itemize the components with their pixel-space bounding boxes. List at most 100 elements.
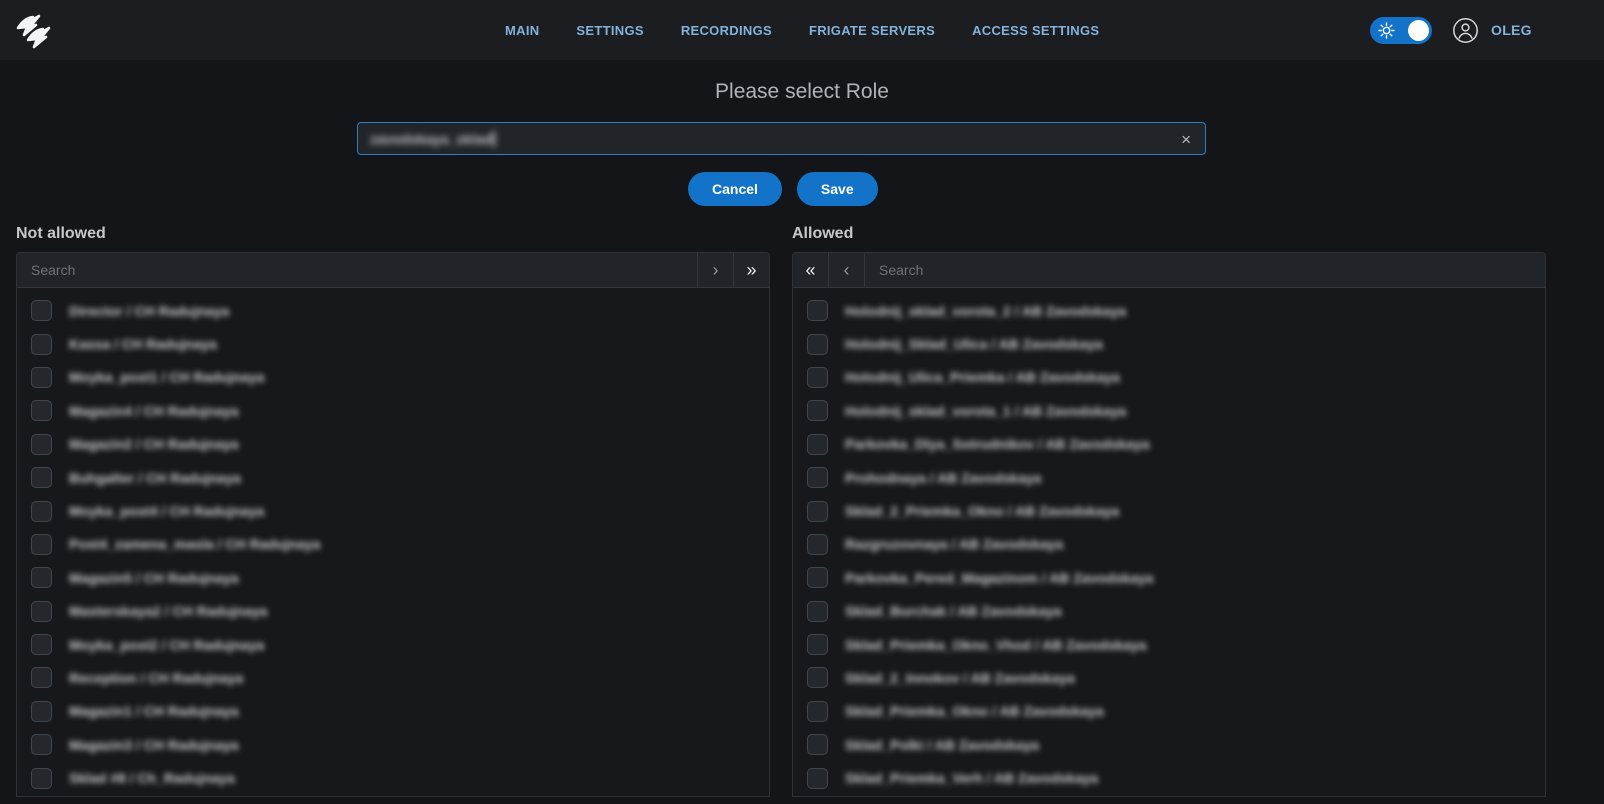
- role-name-input[interactable]: zavodskaya_sklad ×: [357, 122, 1206, 155]
- camera-checkbox[interactable]: [807, 701, 828, 722]
- camera-item[interactable]: Parkovka_Dlya_Sotrudnikov / AB Zavodskay…: [793, 428, 1545, 461]
- camera-checkbox[interactable]: [807, 534, 828, 555]
- toggle-knob[interactable]: [1408, 20, 1429, 41]
- not-allowed-search-input[interactable]: [17, 253, 697, 287]
- camera-checkbox[interactable]: [31, 434, 52, 455]
- camera-label: Reception / CH Radujnaya: [69, 670, 243, 686]
- move-all-right-button[interactable]: »: [733, 253, 769, 288]
- camera-checkbox[interactable]: [31, 467, 52, 488]
- camera-item[interactable]: Moyka_post1 / CH Radujnaya: [17, 361, 769, 394]
- camera-item[interactable]: Sklad_Priemka_Okno_Vhod / AB Zavodskaya: [793, 628, 1545, 661]
- camera-label: Sklad_Priemka_Okno / AB Zavodskaya: [845, 703, 1104, 719]
- frigate-birds-logo[interactable]: [12, 6, 60, 54]
- camera-item[interactable]: Masterskaya2 / CH Radujnaya: [17, 595, 769, 628]
- camera-checkbox[interactable]: [31, 501, 52, 522]
- camera-checkbox[interactable]: [807, 334, 828, 355]
- camera-item[interactable]: Holodnij_Sklad_Ulica / AB Zavodskaya: [793, 327, 1545, 360]
- clear-input-icon[interactable]: ×: [1177, 123, 1195, 156]
- nav-link[interactable]: MAIN: [505, 23, 539, 38]
- camera-checkbox[interactable]: [31, 634, 52, 655]
- allowed-search-input[interactable]: [865, 253, 1545, 287]
- camera-item[interactable]: Magazin2 / CH Radujnaya: [17, 428, 769, 461]
- camera-item[interactable]: Sklad #8 / Ch_Radujnaya: [17, 761, 769, 794]
- camera-checkbox[interactable]: [31, 734, 52, 755]
- camera-checkbox[interactable]: [807, 367, 828, 388]
- camera-item[interactable]: Parkovka_Pered_Magazinom / AB Zavodskaya: [793, 561, 1545, 594]
- camera-label: Buhgalter / CH Radujnaya: [69, 470, 241, 486]
- camera-item[interactable]: Post4_zamena_masla / CH Radujnaya: [17, 528, 769, 561]
- not-allowed-list: Director / CH Radujnaya Kassa / CH Raduj…: [17, 288, 769, 795]
- theme-toggle[interactable]: [1370, 17, 1432, 44]
- camera-item[interactable]: Magazin3 / CH Radujnaya: [17, 728, 769, 761]
- camera-checkbox[interactable]: [807, 400, 828, 421]
- camera-label: Sklad #8 / Ch_Radujnaya: [69, 770, 235, 786]
- user-menu[interactable]: OLEG: [1452, 17, 1532, 44]
- username-label[interactable]: OLEG: [1491, 22, 1532, 38]
- camera-checkbox[interactable]: [807, 667, 828, 688]
- camera-label: Magazin4 / CH Radujnaya: [69, 403, 239, 419]
- camera-checkbox[interactable]: [31, 534, 52, 555]
- camera-checkbox[interactable]: [31, 701, 52, 722]
- camera-item[interactable]: Reception / CH Radujnaya: [17, 661, 769, 694]
- camera-label: Prohodnaya / AB Zavodskaya: [845, 470, 1041, 486]
- camera-item[interactable]: Sklad_Polki / AB Zavodskaya: [793, 728, 1545, 761]
- camera-item[interactable]: Holodnij_sklad_vorota_1 / AB Zavodskaya: [793, 394, 1545, 427]
- cancel-button[interactable]: Cancel: [688, 172, 782, 206]
- camera-item[interactable]: Magazin4 / CH Radujnaya: [17, 394, 769, 427]
- camera-checkbox[interactable]: [31, 400, 52, 421]
- camera-label: Sklad_2_Innokov / AB Zavodskaya: [845, 670, 1075, 686]
- camera-item[interactable]: Moyka_post4 / CH Radujnaya: [17, 494, 769, 527]
- camera-checkbox[interactable]: [807, 467, 828, 488]
- camera-item[interactable]: Magazin5 / CH Radujnaya: [17, 561, 769, 594]
- camera-item[interactable]: Holodnij_sklad_vorota_2 / AB Zavodskaya: [793, 294, 1545, 327]
- camera-label: Post4_zamena_masla / CH Radujnaya: [69, 536, 320, 552]
- sun-icon: [1378, 22, 1395, 39]
- move-all-left-button[interactable]: «: [793, 253, 829, 288]
- user-avatar-icon[interactable]: [1452, 17, 1479, 44]
- camera-checkbox[interactable]: [807, 601, 828, 622]
- camera-checkbox[interactable]: [807, 300, 828, 321]
- camera-label: Holodnij_Sklad_Ulica / AB Zavodskaya: [845, 336, 1103, 352]
- camera-item[interactable]: Kassa / CH Radujnaya: [17, 327, 769, 360]
- save-button[interactable]: Save: [797, 172, 878, 206]
- camera-item[interactable]: Prohodnaya / AB Zavodskaya: [793, 461, 1545, 494]
- camera-checkbox[interactable]: [807, 567, 828, 588]
- camera-item[interactable]: Buhgalter / CH Radujnaya: [17, 461, 769, 494]
- camera-label: Magazin2 / CH Radujnaya: [69, 436, 239, 452]
- camera-label: Parkovka_Pered_Magazinom / AB Zavodskaya: [845, 570, 1153, 586]
- camera-checkbox[interactable]: [31, 334, 52, 355]
- camera-item[interactable]: Razgruzovnaya / AB Zavodskaya: [793, 528, 1545, 561]
- camera-item[interactable]: Magazin1 / CH Radujnaya: [17, 695, 769, 728]
- camera-item[interactable]: Sklad_Priemka_Verh / AB Zavodskaya: [793, 761, 1545, 794]
- camera-label: Director / CH Radujnaya: [69, 303, 229, 319]
- camera-checkbox[interactable]: [31, 367, 52, 388]
- text-caret: [493, 131, 495, 147]
- camera-checkbox[interactable]: [807, 768, 828, 789]
- move-selected-right-button[interactable]: ›: [697, 253, 733, 288]
- camera-checkbox[interactable]: [31, 567, 52, 588]
- nav-link[interactable]: RECORDINGS: [681, 23, 772, 38]
- camera-item[interactable]: Sklad_Burchak / AB Zavodskaya: [793, 595, 1545, 628]
- camera-checkbox[interactable]: [31, 601, 52, 622]
- nav-link[interactable]: SETTINGS: [576, 23, 643, 38]
- move-selected-left-button[interactable]: ‹: [829, 253, 865, 288]
- camera-checkbox[interactable]: [807, 501, 828, 522]
- camera-checkbox[interactable]: [31, 667, 52, 688]
- nav-link[interactable]: ACCESS SETTINGS: [972, 23, 1099, 38]
- camera-label: Razgruzovnaya / AB Zavodskaya: [845, 536, 1063, 552]
- camera-item[interactable]: Sklad_2_Priemka_Okno / AB Zavodskaya: [793, 494, 1545, 527]
- camera-item[interactable]: Holodnij_Ulica_Priemka / AB Zavodskaya: [793, 361, 1545, 394]
- not-allowed-panel: › » Director / CH Radujnaya Kassa / CH R…: [16, 252, 770, 797]
- camera-item[interactable]: Director / CH Radujnaya: [17, 294, 769, 327]
- nav-link[interactable]: FRIGATE SERVERS: [809, 23, 935, 38]
- camera-checkbox[interactable]: [807, 634, 828, 655]
- camera-checkbox[interactable]: [31, 300, 52, 321]
- camera-item[interactable]: Sklad_2_Innokov / AB Zavodskaya: [793, 661, 1545, 694]
- camera-label: Magazin1 / CH Radujnaya: [69, 703, 239, 719]
- camera-checkbox[interactable]: [31, 768, 52, 789]
- camera-item[interactable]: Moyka_post2 / CH Radujnaya: [17, 628, 769, 661]
- camera-item[interactable]: Sklad_Priemka_Okno / AB Zavodskaya: [793, 695, 1545, 728]
- camera-label: Holodnij_Ulica_Priemka / AB Zavodskaya: [845, 369, 1120, 385]
- camera-checkbox[interactable]: [807, 434, 828, 455]
- camera-checkbox[interactable]: [807, 734, 828, 755]
